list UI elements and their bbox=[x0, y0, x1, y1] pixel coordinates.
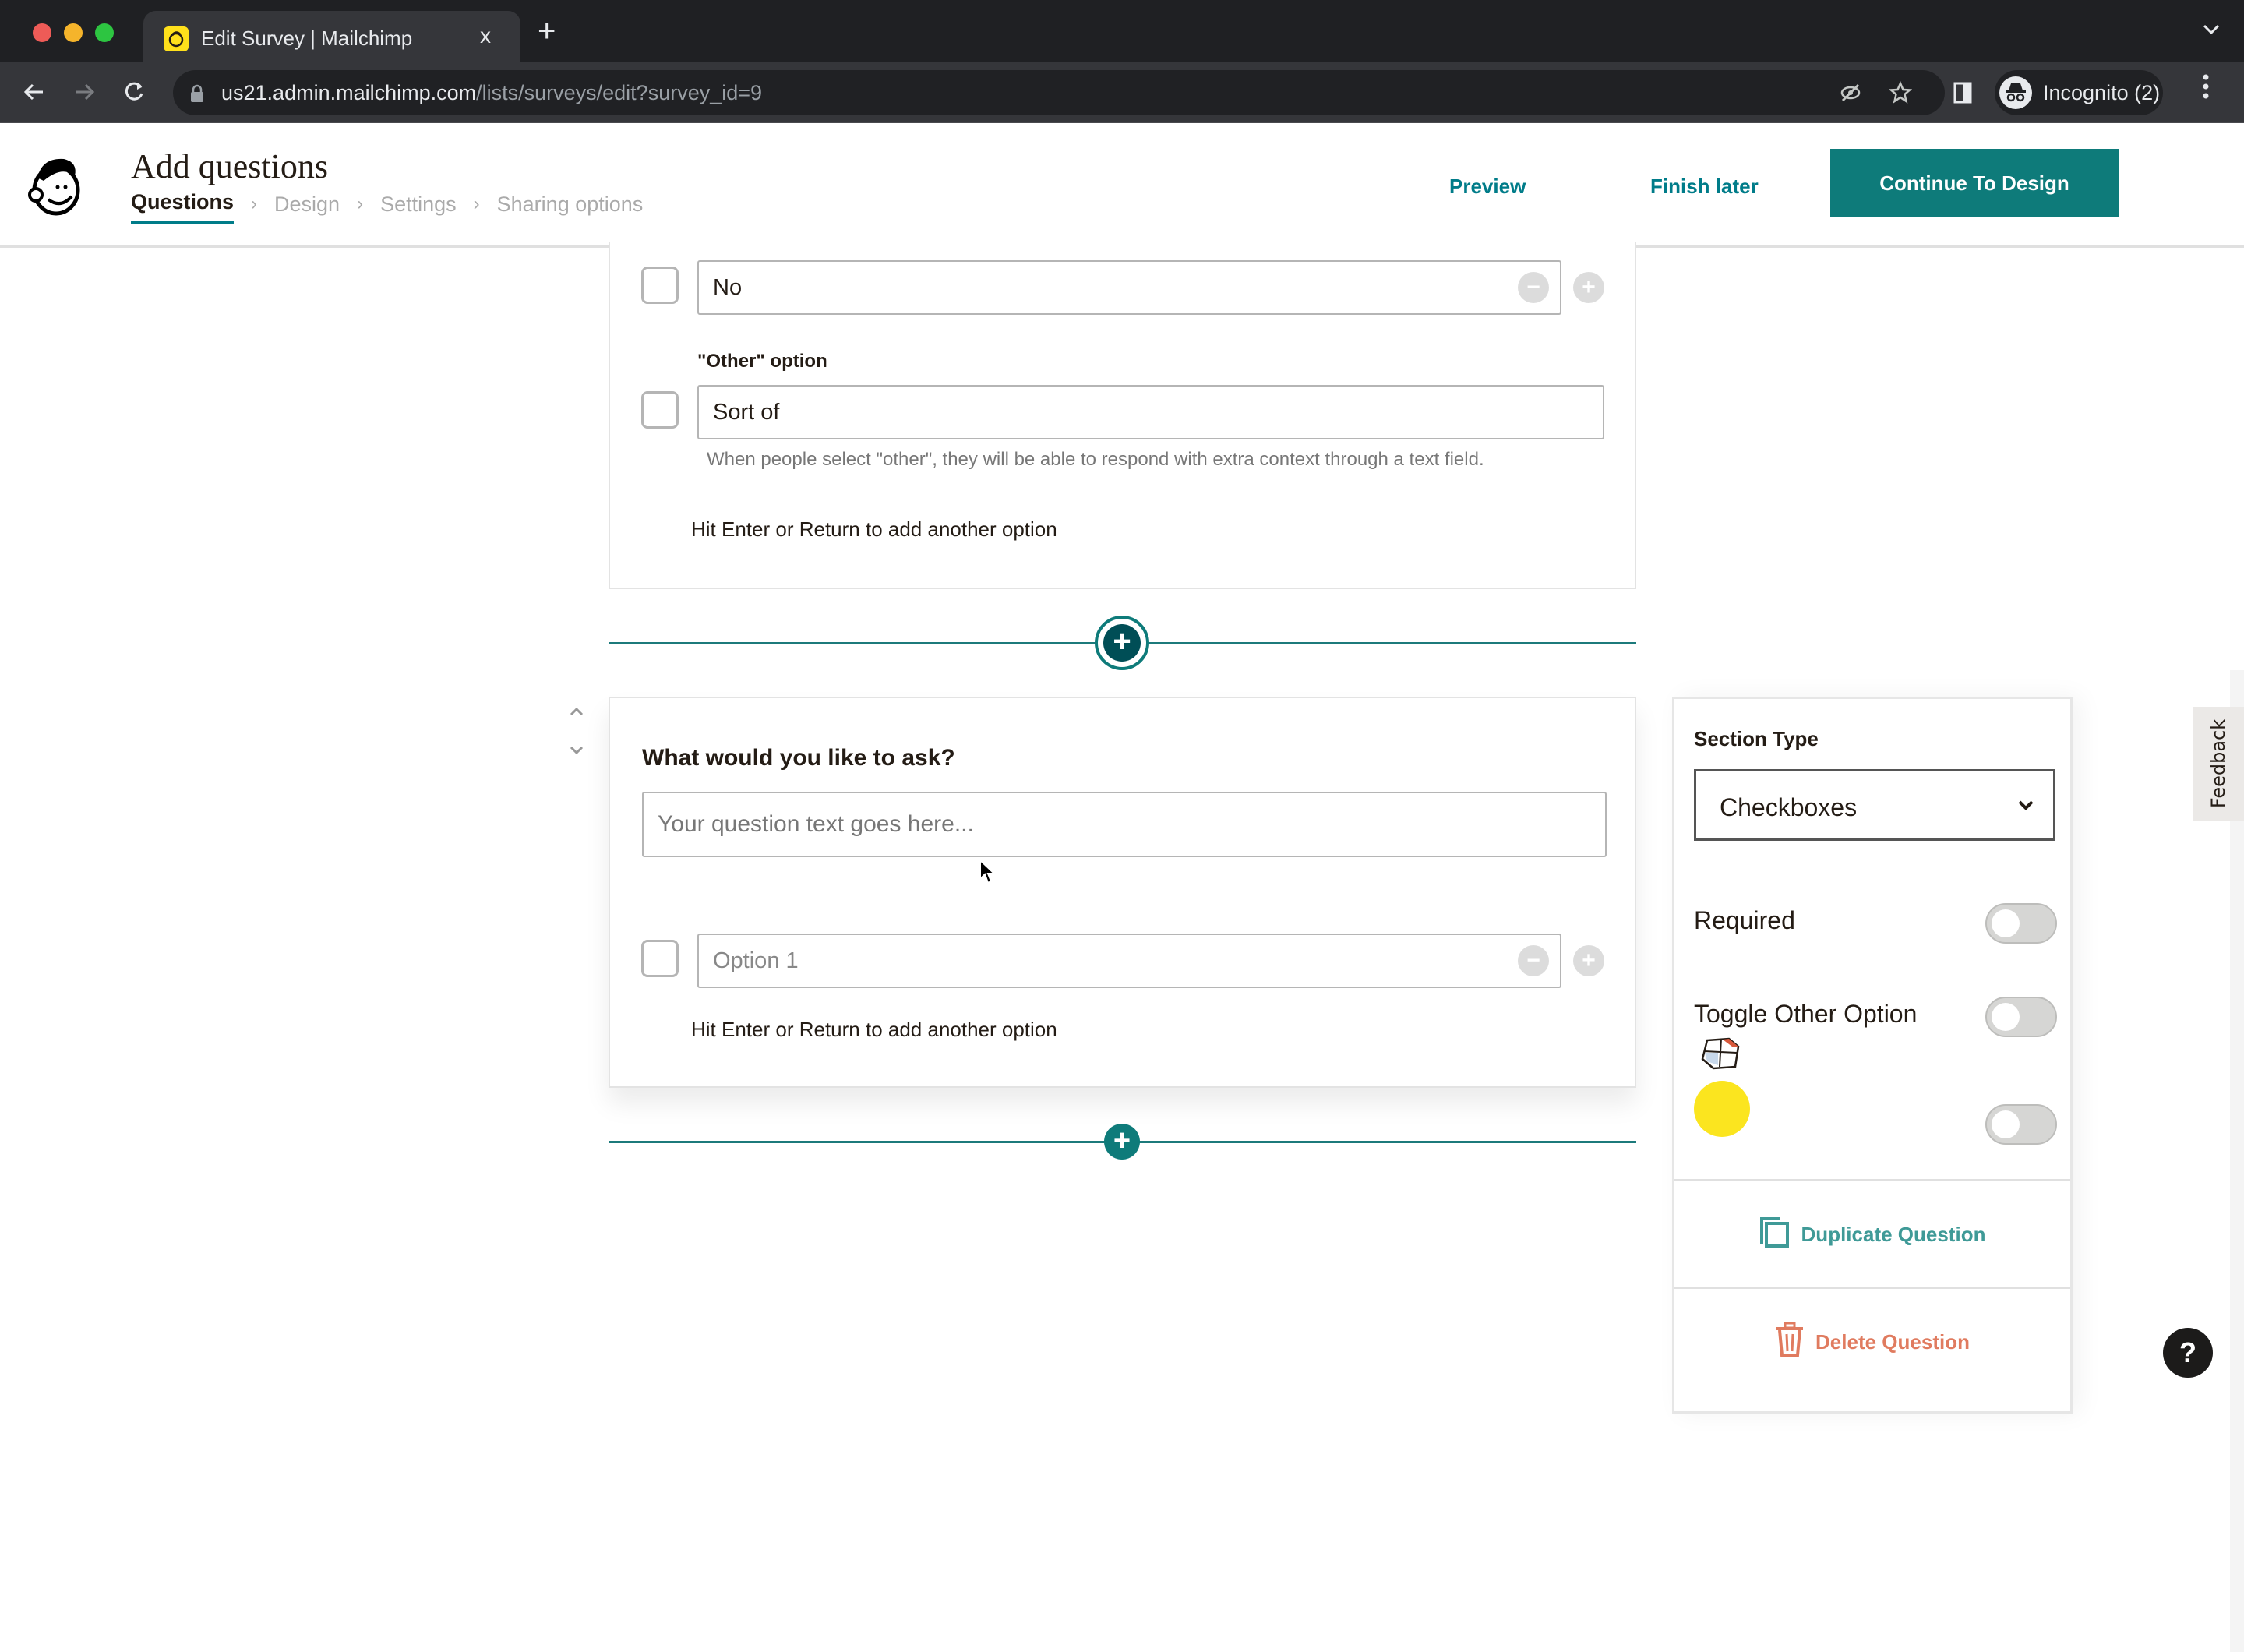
lock-icon bbox=[190, 84, 204, 107]
mailchimp-logo-icon[interactable] bbox=[26, 154, 86, 221]
reload-icon[interactable] bbox=[117, 75, 151, 109]
forward-arrow-icon[interactable] bbox=[67, 75, 101, 109]
preview-link[interactable]: Preview bbox=[1449, 175, 1526, 199]
yellow-highlight-dot bbox=[1694, 1081, 1750, 1137]
finish-later-link[interactable]: Finish later bbox=[1650, 175, 1759, 199]
window-minimize-button[interactable] bbox=[64, 23, 83, 42]
other-option-input[interactable]: Sort of bbox=[697, 385, 1604, 439]
duplicate-icon bbox=[1759, 1216, 1791, 1253]
bookmark-star-icon[interactable] bbox=[1888, 80, 1913, 104]
question-label: What would you like to ask? bbox=[642, 745, 955, 771]
cube-graphic-icon bbox=[1698, 1036, 1741, 1075]
other-option-toggle[interactable] bbox=[1985, 997, 2057, 1037]
add-option-hint: Hit Enter or Return to add another optio… bbox=[691, 517, 1057, 541]
chevron-right-icon: › bbox=[357, 193, 364, 214]
duplicate-question-button[interactable]: Duplicate Question bbox=[1674, 1182, 2070, 1287]
required-label: Required bbox=[1694, 906, 1795, 934]
add-option-button[interactable]: + bbox=[1573, 945, 1604, 976]
duplicate-question-label: Duplicate Question bbox=[1801, 1222, 1986, 1246]
page-title: Add questions bbox=[131, 147, 328, 185]
option-checkbox[interactable] bbox=[641, 267, 679, 304]
step-settings[interactable]: Settings bbox=[380, 192, 457, 223]
step-breadcrumb: Questions › Design › Settings › Sharing … bbox=[131, 190, 643, 224]
option-checkbox[interactable] bbox=[641, 940, 679, 977]
add-option-hint: Hit Enter or Return to add another optio… bbox=[691, 1018, 1057, 1041]
feedback-label: Feedback bbox=[2207, 718, 2229, 809]
feedback-tab[interactable]: Feedback bbox=[2193, 707, 2244, 821]
browser-menu-kebab-icon[interactable] bbox=[2202, 73, 2210, 104]
tab-title: Edit Survey | Mailchimp bbox=[201, 26, 413, 50]
step-sharing-options[interactable]: Sharing options bbox=[497, 192, 644, 223]
browser-toolbar: us21.admin.mailchimp.com/lists/surveys/e… bbox=[0, 62, 2244, 123]
step-design[interactable]: Design bbox=[274, 192, 340, 223]
url-text[interactable]: us21.admin.mailchimp.com/lists/surveys/e… bbox=[221, 81, 762, 105]
section-type-label: Section Type bbox=[1694, 727, 1819, 750]
browser-tab-active[interactable]: Edit Survey | Mailchimp x bbox=[143, 11, 520, 65]
step-questions[interactable]: Questions bbox=[131, 190, 235, 224]
add-option-button[interactable]: + bbox=[1573, 272, 1604, 303]
option-input[interactable]: No bbox=[697, 260, 1561, 315]
side-panel-icon[interactable] bbox=[1951, 81, 1974, 104]
panel-divider bbox=[1674, 1179, 2070, 1181]
new-tab-button[interactable]: + bbox=[538, 16, 556, 47]
section-type-select[interactable]: Checkboxes bbox=[1694, 769, 2055, 841]
toggle-knob bbox=[1992, 909, 2020, 937]
question-settings-panel: Section Type Checkboxes Required Toggle … bbox=[1672, 697, 2073, 1414]
incognito-profile-button[interactable]: Incognito (2) bbox=[1995, 70, 2163, 115]
incognito-icon bbox=[1999, 76, 2032, 109]
other-option-checkbox[interactable] bbox=[641, 391, 679, 429]
tab-close-icon[interactable]: x bbox=[480, 23, 491, 48]
question-text-input[interactable]: Your question text goes here... bbox=[642, 792, 1607, 857]
window-close-button[interactable] bbox=[33, 23, 51, 42]
toggle-knob bbox=[1992, 1110, 2020, 1138]
panel-divider bbox=[1674, 1287, 2070, 1289]
move-down-chevron-icon[interactable] bbox=[569, 740, 584, 761]
window-maximize-button[interactable] bbox=[95, 23, 114, 42]
address-bar[interactable]: us21.admin.mailchimp.com/lists/surveys/e… bbox=[173, 70, 1945, 115]
delete-question-button[interactable]: Delete Question bbox=[1674, 1290, 2070, 1394]
chevron-down-icon bbox=[2016, 795, 2036, 819]
plus-icon: + bbox=[1103, 624, 1141, 662]
toggle-knob bbox=[1992, 1003, 2020, 1031]
other-option-helper-text: When people select "other", they will be… bbox=[707, 449, 1484, 470]
back-arrow-icon[interactable] bbox=[17, 75, 51, 109]
profile-label: Incognito (2) bbox=[2043, 81, 2161, 104]
question-card-current: What would you like to ask? Your questio… bbox=[609, 697, 1636, 1088]
app-header: Add questions Questions › Design › Setti… bbox=[0, 123, 2244, 248]
chevron-right-icon: › bbox=[251, 193, 258, 214]
mailchimp-favicon-icon bbox=[164, 26, 189, 51]
unlabeled-toggle[interactable] bbox=[1985, 1104, 2057, 1145]
move-up-chevron-icon[interactable] bbox=[569, 701, 584, 722]
option-input[interactable]: Option 1 bbox=[697, 934, 1561, 988]
chevron-right-icon: › bbox=[473, 193, 480, 214]
add-section-button[interactable]: + bbox=[1104, 1124, 1140, 1160]
section-type-value: Checkboxes bbox=[1720, 793, 1858, 821]
tab-search-chevron-icon[interactable] bbox=[2202, 23, 2221, 40]
url-path: /lists/surveys/edit?survey_id=9 bbox=[476, 81, 763, 104]
tracking-protection-eye-off-icon[interactable] bbox=[1839, 81, 1862, 104]
trash-icon bbox=[1775, 1322, 1805, 1363]
browser-tab-strip: Edit Survey | Mailchimp x + bbox=[0, 0, 2244, 65]
remove-option-button[interactable]: − bbox=[1518, 945, 1549, 976]
survey-editor-canvas: No − + "Other" option Sort of When peopl… bbox=[0, 242, 2244, 1652]
url-host: us21.admin.mailchimp.com bbox=[221, 81, 477, 104]
remove-option-button[interactable]: − bbox=[1518, 272, 1549, 303]
continue-to-design-button[interactable]: Continue To Design bbox=[1830, 149, 2119, 217]
mouse-cursor-icon bbox=[979, 858, 997, 889]
other-option-label: "Other" option bbox=[697, 351, 827, 372]
delete-question-label: Delete Question bbox=[1815, 1329, 1970, 1354]
add-section-button[interactable]: + bbox=[1095, 616, 1149, 670]
help-button[interactable]: ? bbox=[2163, 1328, 2213, 1378]
required-toggle[interactable] bbox=[1985, 903, 2057, 944]
question-card-previous: No − + "Other" option Sort of When peopl… bbox=[609, 242, 1636, 589]
toggle-other-option-label: Toggle Other Option bbox=[1694, 1000, 1918, 1028]
